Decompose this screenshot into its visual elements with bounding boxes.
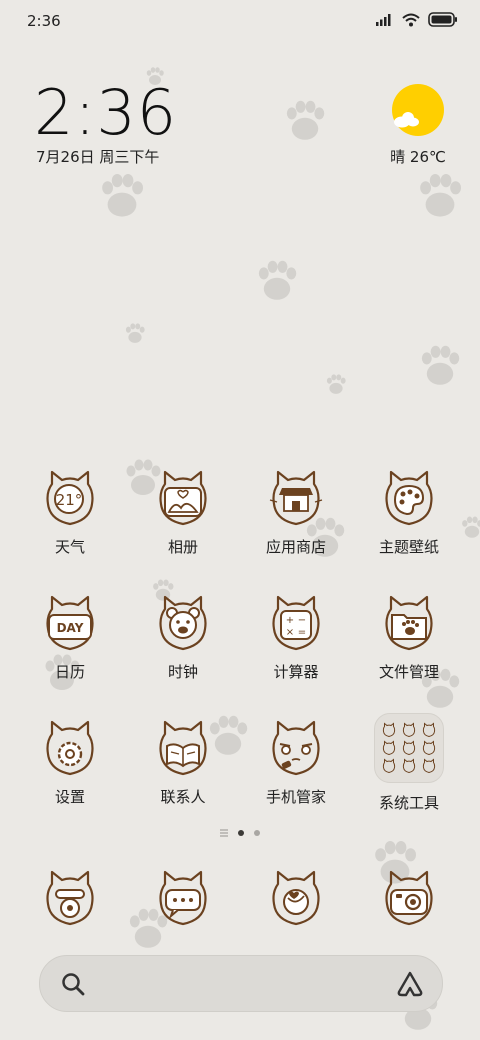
app-label: 计算器 xyxy=(273,663,319,681)
store-cat-icon xyxy=(269,470,323,526)
signal-icon xyxy=(376,14,391,26)
clock-bear-icon xyxy=(159,595,207,651)
mini-cat-icon xyxy=(402,740,416,755)
weather-widget-text[interactable]: 晴 26℃ xyxy=(388,146,448,167)
status-time: 2:36 xyxy=(27,12,61,30)
search-bar[interactable] xyxy=(39,955,443,1012)
app-store[interactable]: 应用商店 xyxy=(241,466,351,557)
app-files[interactable]: 文件管理 xyxy=(354,591,464,682)
app-label: 联系人 xyxy=(160,788,206,806)
palette-cat-icon xyxy=(385,470,433,526)
app-clock[interactable]: 时钟 xyxy=(128,591,238,682)
app-label: 主题壁纸 xyxy=(378,538,439,556)
status-icons xyxy=(376,12,458,27)
page-indicator[interactable] xyxy=(0,829,480,837)
app-phone-manager[interactable]: 手机管家 xyxy=(241,716,351,807)
clock-widget-time[interactable]: 2:36 xyxy=(34,78,177,148)
mini-cat-icon xyxy=(383,722,396,737)
feed-page-icon[interactable] xyxy=(220,829,228,837)
app-label: 时钟 xyxy=(167,663,198,681)
browser-cat-icon xyxy=(272,870,320,926)
dock-camera[interactable] xyxy=(354,866,464,930)
page-dot-active[interactable] xyxy=(238,830,244,836)
weather-cat-icon: 21° xyxy=(46,470,94,526)
app-label: 相册 xyxy=(167,538,198,556)
app-themes[interactable]: 主题壁纸 xyxy=(354,466,464,557)
phone-cat-icon xyxy=(46,870,94,926)
clock-widget-date[interactable]: 7月26日 周三下午 xyxy=(36,146,159,167)
contacts-cat-icon xyxy=(159,720,207,776)
calculator-cat-icon: + − × = xyxy=(272,595,320,651)
svg-text:21°: 21° xyxy=(56,491,83,509)
search-icon[interactable] xyxy=(60,971,86,997)
app-label: 文件管理 xyxy=(378,663,439,681)
app-label: 天气 xyxy=(54,538,85,556)
folder-cat-icon xyxy=(385,595,433,651)
sun-cloud-icon[interactable] xyxy=(390,82,446,138)
dock-messages[interactable] xyxy=(128,866,238,930)
folder-system-tools[interactable]: 系统工具 xyxy=(354,713,464,813)
security-cat-icon xyxy=(272,720,320,776)
gallery-cat-icon xyxy=(159,470,207,526)
mini-cat-icon xyxy=(422,722,435,737)
dock-phone[interactable] xyxy=(15,866,125,930)
app-calculator[interactable]: + − × = 计算器 xyxy=(241,591,351,682)
app-contacts[interactable]: 联系人 xyxy=(128,716,238,807)
camera-cat-icon xyxy=(385,870,433,926)
svg-text:=: = xyxy=(298,627,306,638)
mini-cat-icon xyxy=(402,759,416,774)
svg-text:×: × xyxy=(286,627,294,638)
app-label: 应用商店 xyxy=(265,538,326,556)
app-gallery[interactable]: 相册 xyxy=(128,466,238,557)
mini-cat-icon xyxy=(422,740,435,755)
app-weather[interactable]: 21° 天气 xyxy=(15,466,125,557)
dock-browser[interactable] xyxy=(241,866,351,930)
app-label: 系统工具 xyxy=(378,794,439,812)
battery-icon xyxy=(428,12,457,27)
settings-cat-icon xyxy=(46,720,94,776)
app-settings[interactable]: 设置 xyxy=(15,716,125,807)
svg-text:−: − xyxy=(298,615,306,626)
mini-cat-icon xyxy=(383,740,396,755)
wifi-icon xyxy=(402,13,420,26)
mini-cat-icon xyxy=(402,722,416,737)
svg-text:DAY: DAY xyxy=(57,621,84,635)
messages-cat-icon xyxy=(159,870,207,926)
page-dot[interactable] xyxy=(254,830,260,836)
app-calendar[interactable]: DAY 日历 xyxy=(15,591,125,682)
app-label: 手机管家 xyxy=(265,788,326,806)
assistant-icon[interactable] xyxy=(396,970,424,998)
app-label: 日历 xyxy=(54,663,85,681)
mini-cat-icon xyxy=(383,759,396,774)
svg-text:+: + xyxy=(286,615,294,626)
mini-cat-icon xyxy=(422,759,435,774)
system-tools-folder-icon xyxy=(374,713,444,783)
app-label: 设置 xyxy=(54,788,85,806)
status-bar: 2:36 xyxy=(0,0,480,44)
calendar-cat-icon: DAY xyxy=(46,595,94,651)
